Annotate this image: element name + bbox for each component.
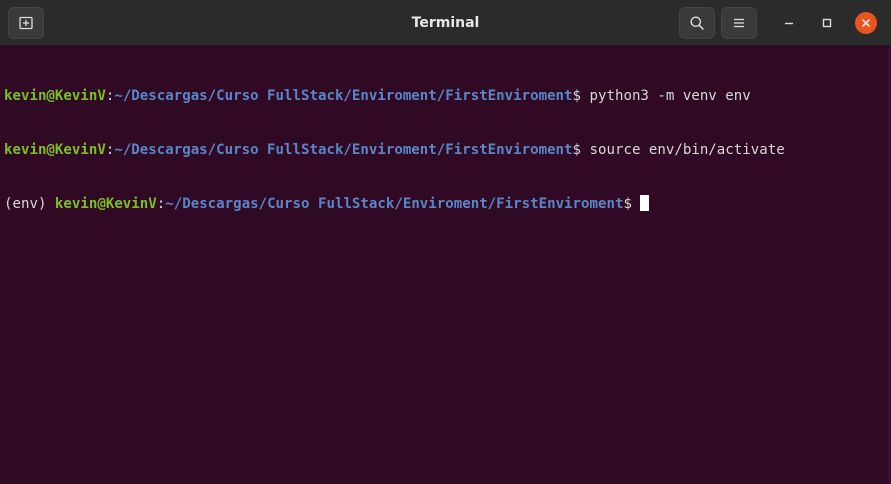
terminal-output[interactable]: kevin@KevinV:~/Descargas/Curso FullStack…	[0, 47, 891, 484]
prompt-path: ~/Descargas/Curso FullStack/Enviroment/F…	[165, 196, 624, 212]
menu-button[interactable]	[721, 7, 757, 39]
command-text: python3 -m venv env	[589, 88, 751, 104]
title-bar[interactable]: Terminal	[0, 0, 891, 46]
venv-prefix: (env)	[4, 196, 55, 212]
terminal-line: (env) kevin@KevinV:~/Descargas/Curso Ful…	[4, 195, 891, 213]
close-button[interactable]	[855, 12, 877, 34]
search-button[interactable]	[679, 7, 715, 39]
new-tab-button[interactable]	[8, 7, 44, 39]
maximize-icon	[822, 18, 832, 28]
prompt-user-host: kevin@KevinV	[4, 142, 106, 158]
text-cursor	[640, 195, 650, 211]
prompt-user-host: kevin@KevinV	[4, 88, 106, 104]
close-icon	[862, 19, 870, 27]
search-icon	[690, 16, 704, 30]
maximize-button[interactable]	[816, 12, 838, 34]
terminal-line: kevin@KevinV:~/Descargas/Curso FullStack…	[4, 141, 891, 159]
terminal-window: Terminal kevin@KevinV:~/Descargas/Curso …	[0, 0, 891, 484]
command-text: source env/bin/activate	[589, 142, 785, 158]
new-tab-icon	[19, 16, 33, 30]
prompt-user-host: kevin@KevinV	[54, 196, 157, 212]
prompt-symbol: $	[623, 196, 641, 212]
prompt-path: ~/Descargas/Curso FullStack/Enviroment/F…	[114, 88, 573, 104]
hamburger-menu-icon	[734, 18, 744, 28]
prompt-symbol: $	[572, 88, 590, 104]
minimize-icon	[785, 22, 793, 25]
prompt-symbol: $	[572, 142, 590, 158]
terminal-line: kevin@KevinV:~/Descargas/Curso FullStack…	[4, 87, 891, 105]
minimize-button[interactable]	[778, 12, 800, 34]
prompt-colon: :	[156, 196, 166, 212]
window-title: Terminal	[411, 15, 480, 31]
prompt-path: ~/Descargas/Curso FullStack/Enviroment/F…	[114, 142, 573, 158]
